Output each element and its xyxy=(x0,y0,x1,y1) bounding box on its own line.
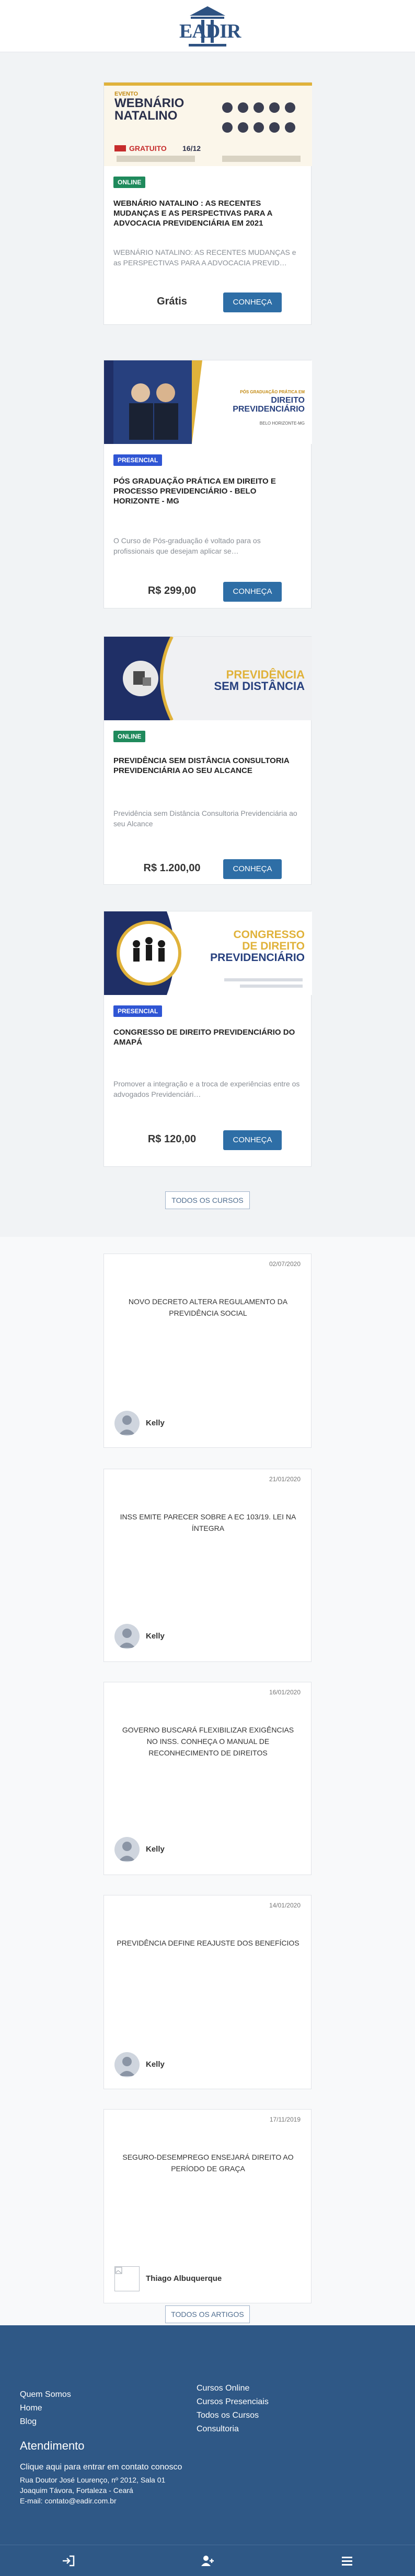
banner-heading-line: NATALINO xyxy=(114,109,178,123)
article-card[interactable]: 17/11/2019 SEGURO-DESEMPREGO ENSEJARÁ DI… xyxy=(103,2109,312,2303)
banner-heading-line: PREVIDENCIÁRIO xyxy=(233,405,305,414)
footer-link[interactable]: Cursos Presenciais xyxy=(197,2395,269,2409)
article-title[interactable]: GOVERNO BUSCARÁ FLEXIBILIZAR EXIGÊNCIAS … xyxy=(117,1724,299,1759)
banner-heading: PREVIDÊNCIA SEM DISTÂNCIA xyxy=(188,669,305,692)
footer-link[interactable]: Quem Somos xyxy=(20,2388,71,2402)
author-avatar xyxy=(114,2052,140,2077)
author-name[interactable]: Kelly xyxy=(146,1632,165,1641)
course-description: Promover a integração e a troca de exper… xyxy=(113,1080,300,1098)
banner-heading-line: SEM DISTÂNCIA xyxy=(214,680,305,693)
banner-heading: WEBNÁRIO NATALINO xyxy=(114,97,184,122)
footer-heading: Atendimento xyxy=(20,2439,85,2452)
footer-link[interactable]: Todos os Cursos xyxy=(197,2409,269,2422)
bottom-nav-bar xyxy=(0,2545,415,2576)
article-date: 16/01/2020 xyxy=(269,1689,301,1696)
banner-heading: CONGRESSO DE DIREITO PREVIDENCIÁRIO xyxy=(193,929,305,964)
contact-link[interactable]: Clique aqui para entrar em contato conos… xyxy=(20,2461,182,2474)
footer-link[interactable]: Consultoria xyxy=(197,2422,269,2436)
course-banner[interactable]: PREVIDÊNCIA SEM DISTÂNCIA xyxy=(104,637,312,720)
articles-section: 02/07/2020 NOVO DECRETO ALTERA REGULAMEN… xyxy=(0,1237,415,2325)
article-card[interactable]: 02/07/2020 NOVO DECRETO ALTERA REGULAMEN… xyxy=(103,1254,312,1448)
article-title[interactable]: SEGURO-DESEMPREGO ENSEJARÁ DIREITO AO PE… xyxy=(117,2151,299,2174)
banner-heading-line: DE DIREITO xyxy=(242,940,305,952)
course-price: R$ 120,00 xyxy=(147,1133,197,1145)
author-name[interactable]: Kelly xyxy=(146,1845,165,1854)
menu-icon[interactable] xyxy=(340,2555,354,2567)
course-card[interactable]: EVENTO WEBNÁRIO NATALINO GRATUITO 16/12 … xyxy=(103,82,312,325)
conheca-button[interactable]: CONHEÇA xyxy=(223,292,282,312)
badge-online: ONLINE xyxy=(113,177,146,188)
all-articles-button[interactable]: TODOS OS ARTIGOS xyxy=(165,2305,250,2323)
article-title[interactable]: NOVO DECRETO ALTERA REGULAMENTO DA PREVI… xyxy=(117,1296,299,1319)
conheca-button[interactable]: CONHEÇA xyxy=(223,859,282,879)
article-title[interactable]: INSS EMITE PARECER SOBRE A EC 103/19. LE… xyxy=(117,1511,299,1534)
badge-presencial: PRESENCIAL xyxy=(113,1005,163,1017)
add-user-icon[interactable] xyxy=(200,2555,215,2567)
badge-presencial: PRESENCIAL xyxy=(113,454,163,466)
banner-heading: DIREITO PREVIDENCIÁRIO xyxy=(209,396,305,414)
logo-text: EADIR xyxy=(179,20,241,42)
article-date: 14/01/2020 xyxy=(269,1902,301,1909)
course-banner[interactable]: PÓS GRADUAÇÃO PRÁTICA EM DIREITO PREVIDE… xyxy=(104,360,312,444)
login-icon[interactable] xyxy=(61,2555,76,2567)
footer-link[interactable]: Cursos Online xyxy=(197,2382,269,2395)
article-date: 02/07/2020 xyxy=(269,1260,301,1268)
banner-heading-line: DIREITO xyxy=(271,396,305,405)
conheca-button[interactable]: CONHEÇA xyxy=(223,582,282,602)
footer-link[interactable]: Home xyxy=(20,2402,71,2415)
broken-image-icon xyxy=(115,2267,122,2274)
header: EADIR xyxy=(0,0,415,52)
footer-links-institutional: Quem Somos Home Blog xyxy=(20,2388,71,2429)
address-line: Rua Doutor José Lourenço, nº 2012, Sala … xyxy=(20,2476,166,2484)
footer-links-courses: Cursos Online Cursos Presenciais Todos o… xyxy=(197,2382,269,2436)
course-banner[interactable]: CONGRESSO DE DIREITO PREVIDENCIÁRIO xyxy=(104,911,312,995)
article-card[interactable]: 16/01/2020 GOVERNO BUSCARÁ FLEXIBILIZAR … xyxy=(103,1682,312,1875)
author-name[interactable]: Kelly xyxy=(146,1419,165,1427)
banner-heading-line: CONGRESSO xyxy=(233,929,305,941)
eadir-logo[interactable]: EADIR xyxy=(179,4,241,50)
author-avatar xyxy=(114,1411,140,1436)
course-card[interactable]: CONGRESSO DE DIREITO PREVIDENCIÁRIO PRES… xyxy=(103,911,312,1167)
banner-heading-line: PREVIDENCIÁRIO xyxy=(210,952,305,964)
course-banner[interactable]: EVENTO WEBNÁRIO NATALINO GRATUITO 16/12 xyxy=(104,83,312,166)
article-date: 21/01/2020 xyxy=(269,1476,301,1483)
course-card[interactable]: PÓS GRADUAÇÃO PRÁTICA EM DIREITO PREVIDE… xyxy=(103,360,312,608)
course-description: O Curso de Pós-graduação é voltado para … xyxy=(113,536,261,555)
course-price: R$ 1.200,00 xyxy=(143,862,201,874)
footer: Quem Somos Home Blog Cursos Online Curso… xyxy=(0,2325,415,2545)
footer-contact: Clique aqui para entrar em contato conos… xyxy=(20,2461,182,2506)
author-name[interactable]: Thiago Albuquerque xyxy=(146,2274,222,2283)
course-title[interactable]: WEBNÁRIO NATALINO : AS RECENTES MUDANÇAS… xyxy=(113,198,303,228)
footer-link[interactable]: Blog xyxy=(20,2415,71,2429)
course-price: R$ 299,00 xyxy=(147,585,197,596)
author-avatar xyxy=(114,1624,140,1649)
banner-heading-line: PREVIDÊNCIA xyxy=(226,668,305,681)
banner-date: 16/12 xyxy=(182,144,201,153)
course-price: Grátis xyxy=(157,296,187,307)
banner-location: BELO HORIZONTE-MG xyxy=(259,421,305,426)
author-avatar xyxy=(114,2266,140,2291)
address-line: Joaquim Távora, Fortaleza - Ceará xyxy=(20,2486,133,2495)
author-name[interactable]: Kelly xyxy=(146,2060,165,2069)
email-text[interactable]: E-mail: contato@eadir.com.br xyxy=(20,2496,182,2506)
conheca-button[interactable]: CONHEÇA xyxy=(223,1130,282,1150)
banner-tag: GRATUITO xyxy=(129,144,167,153)
course-title[interactable]: PREVIDÊNCIA SEM DISTÂNCIA CONSULTORIA PR… xyxy=(113,756,303,776)
page: EADIR EVENTO WEBNÁRIO NATALINO GRATUITO xyxy=(0,0,415,2576)
course-title[interactable]: CONGRESSO DE DIREITO PREVIDENCIÁRIO DO A… xyxy=(113,1027,303,1047)
article-date: 17/11/2019 xyxy=(269,2116,301,2123)
author-avatar xyxy=(114,1837,140,1862)
course-title[interactable]: PÓS GRADUAÇÃO PRÁTICA EM DIREITO E PROCE… xyxy=(113,476,303,506)
banner-eyebrow: PÓS GRADUAÇÃO PRÁTICA EM xyxy=(240,390,305,394)
all-courses-button[interactable]: TODOS OS CURSOS xyxy=(165,1191,250,1209)
course-description: WEBNÁRIO NATALINO: AS RECENTES MUDANÇAS … xyxy=(113,248,296,267)
banner-heading-line: WEBNÁRIO xyxy=(114,96,185,110)
article-card[interactable]: 14/01/2020 PREVIDÊNCIA DEFINE REAJUSTE D… xyxy=(103,1895,312,2089)
course-card[interactable]: PREVIDÊNCIA SEM DISTÂNCIA ONLINE PREVIDÊ… xyxy=(103,636,312,885)
badge-online: ONLINE xyxy=(113,731,146,742)
article-card[interactable]: 21/01/2020 INSS EMITE PARECER SOBRE A EC… xyxy=(103,1469,312,1662)
course-description: Previdência sem Distância Consultoria Pr… xyxy=(113,809,297,828)
article-title[interactable]: PREVIDÊNCIA DEFINE REAJUSTE DOS BENEFÍCI… xyxy=(117,1937,299,1949)
